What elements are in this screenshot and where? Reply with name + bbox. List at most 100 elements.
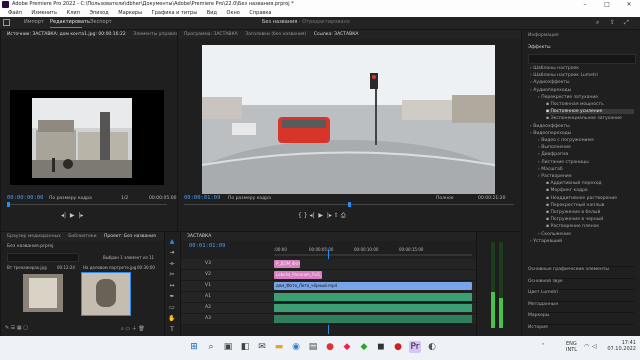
- app-icon[interactable]: ◐: [426, 341, 438, 353]
- close-icon[interactable]: ✕: [618, 0, 640, 9]
- home-icon[interactable]: [3, 19, 10, 26]
- program-playhead[interactable]: [348, 202, 351, 207]
- menu-clip[interactable]: Клип: [67, 9, 80, 17]
- effects-tree-item[interactable]: › Листание страницы: [538, 160, 634, 165]
- tab-import[interactable]: Импорт: [24, 19, 44, 25]
- audio-clip[interactable]: [274, 293, 472, 301]
- effects-tree-item[interactable]: › Скольжение: [538, 232, 634, 237]
- effects-tree-item[interactable]: ▪ Аддитивный переход: [546, 181, 634, 186]
- task-view-icon[interactable]: ▣: [222, 341, 234, 353]
- effects-tree-item[interactable]: ▪ Погружение в черный: [546, 217, 634, 222]
- track-select-icon[interactable]: ⇥: [168, 249, 176, 257]
- tab-media-browser[interactable]: Браузер медиаданных: [7, 234, 61, 239]
- source-viewer[interactable]: [10, 90, 164, 185]
- menu-help[interactable]: Справка: [249, 9, 271, 17]
- edge-icon[interactable]: ◉: [290, 341, 302, 353]
- tab-export[interactable]: Экспорт: [90, 19, 112, 25]
- effects-tree-item[interactable]: › Аудиопереходы: [530, 88, 634, 93]
- track-label[interactable]: V3: [205, 259, 211, 269]
- effects-tree-item[interactable]: › Видеопереходы: [530, 131, 634, 136]
- rectangle-tool-icon[interactable]: ▭: [168, 304, 176, 312]
- menu-window[interactable]: Окно: [227, 9, 240, 17]
- minimize-icon[interactable]: –: [574, 0, 596, 9]
- effects-tree-item[interactable]: › Растворение: [538, 174, 634, 179]
- timeline-clip[interactable]: дом_Фото_Лето_чёрный.mp4: [274, 282, 472, 290]
- effects-tree-item[interactable]: › Видео с погружением: [538, 138, 634, 143]
- track-label[interactable]: V2: [205, 270, 211, 280]
- source-fit-dropdown[interactable]: По размеру кадра: [49, 196, 92, 201]
- effects-search-input[interactable]: [528, 54, 636, 64]
- panel-tab[interactable]: История: [528, 323, 634, 330]
- new-item-icon[interactable]: ＋: [132, 326, 137, 332]
- panel-tab[interactable]: Основной звук: [528, 277, 634, 284]
- wifi-icon[interactable]: ◠: [584, 343, 589, 350]
- panel-tab[interactable]: Основные графические элементы: [528, 266, 634, 272]
- source-scrubber[interactable]: [7, 204, 167, 205]
- mark-out-icon[interactable]: }: [304, 212, 308, 219]
- program-quality-dropdown[interactable]: Полное: [436, 196, 453, 201]
- project-item-name[interactable]: На деловом портрете.jpg: [83, 265, 136, 270]
- timeline-ruler[interactable]: [274, 254, 472, 256]
- tab-titles[interactable]: Заголовки (без названия): [245, 32, 306, 37]
- project-search-input[interactable]: [7, 253, 79, 262]
- tab-effects[interactable]: Эффекты: [528, 45, 551, 50]
- timeline-clip[interactable]: Р_ДОМ_Фото: [274, 260, 300, 268]
- fullscreen-icon[interactable]: ⤢: [624, 19, 629, 27]
- type-tool-icon[interactable]: T: [168, 326, 176, 334]
- source-playhead[interactable]: [7, 202, 10, 207]
- tab-program[interactable]: Программа: ЗАСТАВКА: [184, 32, 238, 37]
- menu-edit[interactable]: Изменить: [31, 9, 57, 17]
- panel-tab[interactable]: Цвет Lumetri: [528, 289, 634, 295]
- pen-icon[interactable]: ✎: [5, 325, 9, 331]
- slip-tool-icon[interactable]: ↔: [168, 282, 176, 290]
- step-back-icon[interactable]: ◂|: [61, 212, 66, 219]
- lift-icon[interactable]: ⇧: [334, 212, 339, 219]
- start-icon[interactable]: ⊞: [188, 341, 200, 353]
- audio-clip[interactable]: [274, 315, 472, 323]
- clock[interactable]: 17:41 07.10.2022: [603, 340, 636, 352]
- explorer-icon[interactable]: ▬: [273, 341, 285, 353]
- effects-tree-item[interactable]: ▪ Экспоненциальное затухание: [546, 116, 634, 121]
- store-icon[interactable]: ▤: [307, 341, 319, 353]
- source-scale-dropdown[interactable]: 1/2: [121, 196, 128, 201]
- program-viewer[interactable]: [202, 45, 495, 194]
- menu-file[interactable]: Файл: [8, 9, 22, 17]
- app-icon[interactable]: ◼: [375, 341, 387, 353]
- effects-tree-item[interactable]: ▪ Погружение в белый: [546, 210, 634, 215]
- taskbar-search-icon[interactable]: ⌕: [205, 341, 217, 353]
- project-thumbnail[interactable]: [81, 272, 131, 316]
- project-item-name[interactable]: Вт тренажерах.jpg: [7, 265, 47, 270]
- export-frame-icon[interactable]: ⎙: [341, 212, 346, 219]
- tab-reference[interactable]: Ссылка: ЗАСТАВКА: [314, 32, 359, 37]
- timeline-clip[interactable]: Lobelia_Panoram_Ful1_00.jpg: [274, 271, 322, 279]
- effects-tree-item[interactable]: › Выполнение: [538, 145, 634, 150]
- program-timecode[interactable]: 00:00:01:09: [184, 195, 220, 201]
- effects-tree-item[interactable]: ▪ Морфинг кадра: [546, 188, 634, 193]
- quick-export-icon[interactable]: ⇪: [610, 19, 615, 26]
- step-forward-icon[interactable]: |▸: [78, 212, 83, 219]
- track-label[interactable]: A2: [205, 303, 211, 313]
- chat-icon[interactable]: ✉: [256, 341, 268, 353]
- panel-tab[interactable]: Маркеры: [528, 312, 634, 318]
- effects-tree-item[interactable]: › Диафрагма: [538, 152, 634, 157]
- premiere-taskbar-icon[interactable]: Pr: [409, 341, 421, 353]
- ripple-edit-icon[interactable]: ⟛: [168, 260, 176, 268]
- prog-step-forward-icon[interactable]: |▸: [327, 212, 332, 219]
- track-label[interactable]: A1: [205, 292, 211, 302]
- effects-tree-item[interactable]: › Масштаб: [538, 167, 634, 172]
- freeform-view-icon[interactable]: ▢: [23, 325, 28, 331]
- tab-edit[interactable]: Редактировать: [50, 19, 90, 25]
- program-fit-dropdown[interactable]: По размеру кадра: [228, 196, 271, 201]
- menu-graphics[interactable]: Графика и титры: [152, 9, 198, 17]
- effects-tree-item[interactable]: › Видеоэффекты: [530, 124, 634, 129]
- mark-in-icon[interactable]: {: [298, 212, 302, 219]
- search-icon[interactable]: ⌕: [596, 19, 599, 27]
- tab-sequence[interactable]: ЗАСТАВКА: [187, 234, 211, 239]
- widgets-icon[interactable]: ◧: [239, 341, 251, 353]
- effects-tree-item[interactable]: ▪ Постоянная мощность: [546, 102, 634, 107]
- maximize-icon[interactable]: □: [596, 0, 618, 9]
- menu-view[interactable]: Вид: [207, 9, 217, 17]
- hand-tool-icon[interactable]: ✋: [168, 315, 176, 323]
- prog-step-back-icon[interactable]: ◂|: [310, 212, 315, 219]
- track-label[interactable]: V1: [205, 281, 211, 291]
